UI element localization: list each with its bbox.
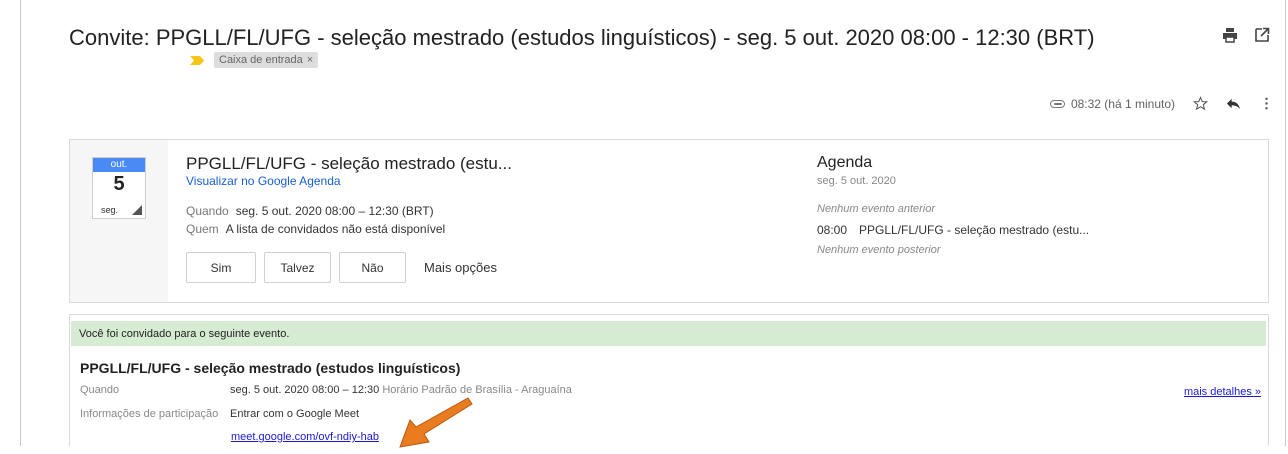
rsvp-maybe-button[interactable]: Talvez bbox=[264, 252, 331, 283]
rsvp-buttons: Sim Talvez Não Mais opções bbox=[186, 252, 497, 283]
calendar-invite-card: out. 5 seg. PPGLL/FL/UFG - seleção mestr… bbox=[69, 139, 1269, 303]
open-in-new-window-icon[interactable] bbox=[1254, 27, 1270, 43]
email-subject: Convite: PPGLL/FL/UFG - seleção mestrado… bbox=[69, 25, 1095, 50]
event-when-row: Quando seg. 5 out. 2020 08:00 – 12:30 (BR… bbox=[186, 204, 434, 218]
calendar-weekday: seg. bbox=[101, 205, 119, 215]
agenda-date: seg. 5 out. 2020 bbox=[817, 175, 896, 187]
event-who-value: A lista de convidados não está disponíve… bbox=[225, 222, 446, 236]
agenda-event-time: 08:00 bbox=[817, 223, 848, 237]
calendar-month: out. bbox=[93, 158, 145, 172]
annotation-arrow-icon bbox=[399, 397, 473, 448]
email-time-text: 08:32 (há 1 minuto) bbox=[1070, 96, 1175, 111]
invite-join-value: Entrar com o Google Meet bbox=[230, 408, 360, 420]
more-vert-icon[interactable] bbox=[1259, 96, 1274, 111]
invite-details-title: PPGLL/FL/UFG - seleção mestrado (estudos… bbox=[80, 360, 461, 376]
meet-link[interactable]: meet.google.com/ovf-ndiy-hab bbox=[231, 431, 379, 443]
inbox-label-text: Caixa de entrada bbox=[219, 54, 303, 66]
email-time: 08:32 (há 1 minuto) bbox=[1049, 96, 1175, 111]
rsvp-yes-button[interactable]: Sim bbox=[186, 252, 256, 283]
view-in-calendar-link[interactable]: Visualizar no Google Agenda bbox=[186, 174, 341, 188]
star-icon[interactable] bbox=[1193, 96, 1208, 111]
event-who-row: Quem A lista de convidados não está dispo… bbox=[186, 222, 445, 236]
label-row: Caixa de entrada × bbox=[190, 52, 319, 68]
agenda-panel: Agenda seg. 5 out. 2020 Nenhum evento an… bbox=[796, 140, 1268, 302]
date-column: out. 5 seg. bbox=[70, 140, 169, 302]
agenda-event-title: PPGLL/FL/UFG - seleção mestrado (estu... bbox=[859, 223, 1090, 237]
attachment-icon bbox=[1049, 99, 1065, 108]
inbox-label-chip[interactable]: Caixa de entrada × bbox=[214, 52, 319, 68]
remove-label-icon[interactable]: × bbox=[307, 54, 313, 66]
email-meta-row: 08:32 (há 1 minuto) bbox=[1049, 96, 1274, 111]
calendar-day: 5 bbox=[113, 173, 125, 195]
more-details-link[interactable]: mais detalhes » bbox=[1184, 386, 1261, 398]
invite-details-box: Você foi convidado para o seguinte event… bbox=[69, 314, 1269, 448]
important-marker-icon[interactable] bbox=[190, 55, 204, 65]
invite-when-value: seg. 5 out. 2020 08:00 – 12:30 bbox=[230, 384, 380, 396]
invite-banner-text: Você foi convidado para o seguinte event… bbox=[79, 328, 290, 340]
agenda-event-item[interactable]: 08:00 PPGLL/FL/UFG - seleção mestrado (es… bbox=[817, 223, 1089, 237]
rsvp-no-button[interactable]: Não bbox=[339, 252, 406, 283]
agenda-no-previous: Nenhum evento anterior bbox=[817, 203, 936, 215]
agenda-title: Agenda bbox=[817, 154, 873, 171]
invite-banner: Você foi convidado para o seguinte event… bbox=[71, 321, 1266, 346]
agenda-no-next: Nenhum evento posterior bbox=[817, 244, 941, 256]
invite-join-label: Informações de participação bbox=[80, 408, 219, 420]
invite-join-row: Informações de participação Entrar com o … bbox=[80, 408, 359, 420]
event-summary: PPGLL/FL/UFG - seleção mestrado (estu...… bbox=[168, 140, 797, 302]
top-icons bbox=[1222, 27, 1270, 43]
event-title: PPGLL/FL/UFG - seleção mestrado (estu... bbox=[186, 154, 512, 173]
reply-icon[interactable] bbox=[1226, 96, 1241, 111]
event-when-label: Quando bbox=[186, 204, 229, 218]
invite-when-label: Quando bbox=[80, 384, 120, 396]
print-icon[interactable] bbox=[1222, 27, 1238, 43]
rsvp-more-options[interactable]: Mais opções bbox=[424, 260, 497, 275]
invite-when-row: Quando seg. 5 out. 2020 08:00 – 12:30 Hor… bbox=[80, 384, 572, 396]
event-who-label: Quem bbox=[186, 222, 219, 236]
event-when-value: seg. 5 out. 2020 08:00 – 12:30 (BRT) bbox=[235, 204, 434, 218]
calendar-date-badge: out. 5 seg. bbox=[92, 157, 146, 219]
page-fold-icon bbox=[132, 205, 142, 215]
